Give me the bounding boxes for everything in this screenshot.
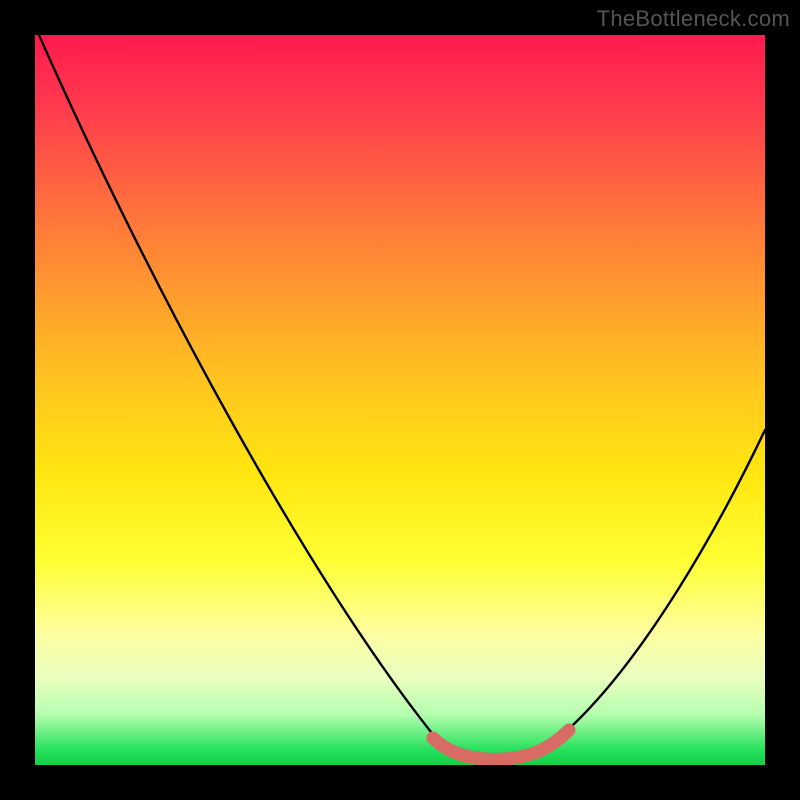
chart-canvas: TheBottleneck.com xyxy=(0,0,800,800)
bottleneck-curve xyxy=(39,35,765,759)
highlighted-range xyxy=(427,724,576,760)
plot-area xyxy=(35,35,765,765)
watermark-label: TheBottleneck.com xyxy=(597,6,790,32)
curve-layer xyxy=(35,35,765,765)
